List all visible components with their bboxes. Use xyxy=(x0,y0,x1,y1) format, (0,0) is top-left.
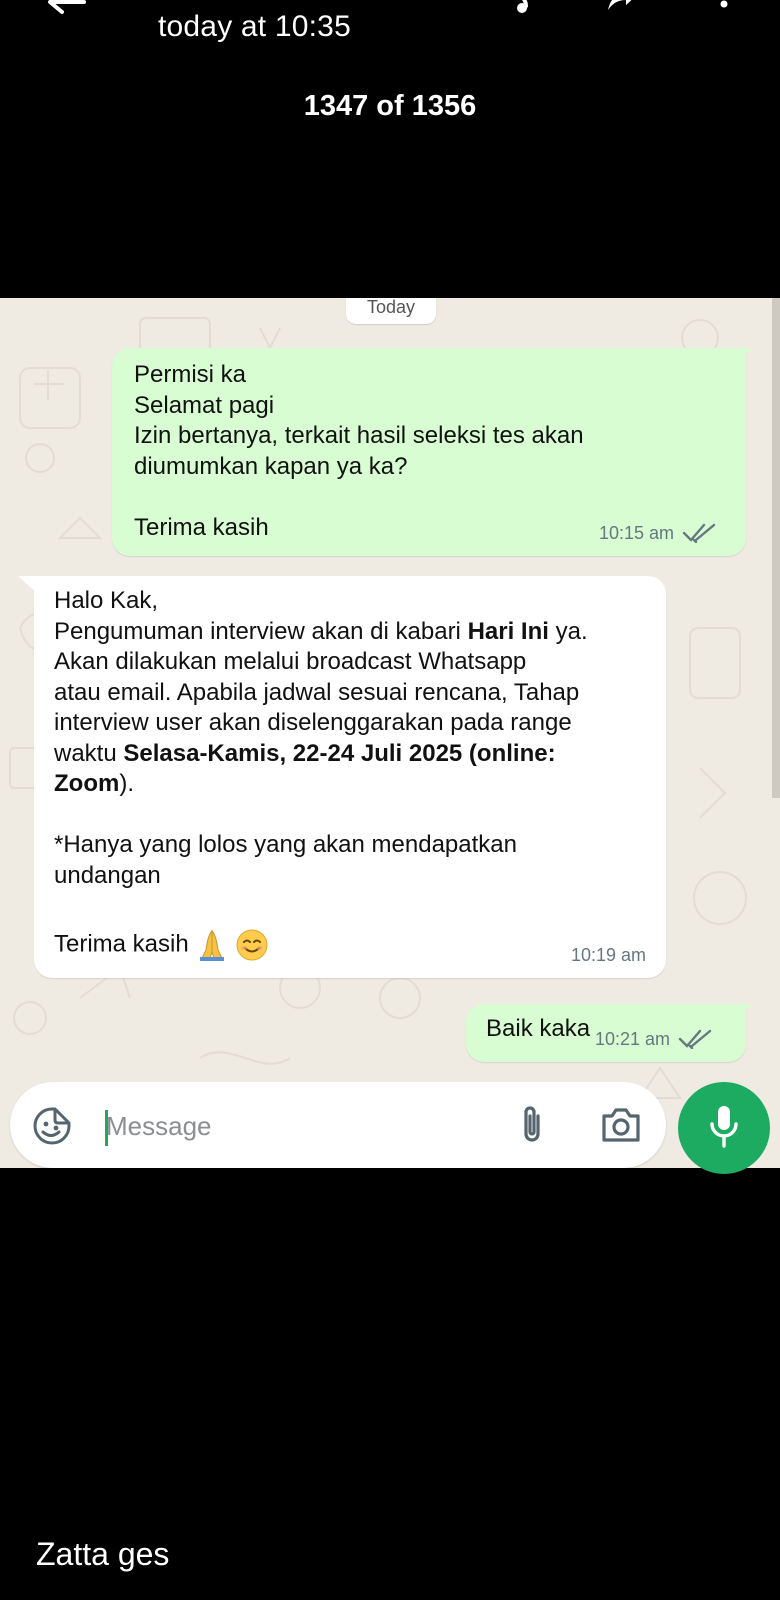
bold-text: Selasa-Kamis, 22-24 Juli 2025 (online: xyxy=(123,739,556,767)
outgoing-message[interactable]: Baik kaka 10:21 am xyxy=(466,1004,746,1062)
voice-message-button[interactable] xyxy=(678,1082,770,1174)
message-line: undangan xyxy=(54,861,161,889)
message-line: diumumkan kapan ya ka? xyxy=(134,452,408,480)
bold-text: Zoom xyxy=(54,770,120,797)
double-check-icon xyxy=(682,523,716,543)
message-composer xyxy=(10,1082,666,1168)
smiling-face-emoji-icon xyxy=(236,929,268,960)
message-line: Permisi ka xyxy=(134,361,247,388)
text-segment: ya. xyxy=(548,617,588,645)
message-timestamp: today at 10:35 xyxy=(158,10,351,43)
image-counter: 1347 of 1356 xyxy=(303,90,477,122)
bold-text: Hari Ini xyxy=(467,617,549,645)
folded-hands-emoji-icon xyxy=(199,929,224,961)
incoming-message[interactable]: Halo Kak, Pengumuman interview akan di k… xyxy=(34,576,666,978)
more-options-icon[interactable] xyxy=(708,0,740,16)
message-line: Selamat pagi xyxy=(134,391,275,419)
date-chip: Today xyxy=(346,298,436,324)
mic-icon xyxy=(710,1106,738,1148)
message-time: 10:19 am xyxy=(570,944,646,965)
message-time: 10:21 am xyxy=(594,1028,670,1049)
message-input[interactable] xyxy=(106,1104,486,1148)
message-time: 10:15 am xyxy=(598,522,674,543)
star-icon[interactable] xyxy=(504,0,536,16)
scrollbar[interactable] xyxy=(772,298,780,798)
message-meta: 10:21 am xyxy=(595,1024,712,1055)
forward-icon[interactable] xyxy=(606,0,638,16)
text-segment: ). xyxy=(119,770,134,797)
back-arrow-icon[interactable] xyxy=(44,0,88,18)
text-segment: Terima kasih xyxy=(54,929,189,957)
message-line: Halo Kak, xyxy=(54,587,159,614)
message-line: interview user akan diselenggarakan pada… xyxy=(54,709,572,736)
viewer-header: today at 10:35 1347 of 1356 xyxy=(0,0,780,298)
text-segment: Pengumuman interview akan di kabari xyxy=(54,617,468,645)
chat-screenshot: Today Permisi ka Selamat pagi Izin berta… xyxy=(0,298,780,1168)
camera-icon[interactable] xyxy=(600,1106,642,1144)
sticker-icon[interactable] xyxy=(32,1106,72,1146)
text-segment: waktu xyxy=(54,739,124,767)
message-line: Pengumuman interview akan di kabari Hari… xyxy=(54,617,666,648)
message-line: *Hanya yang lolos yang akan mendapatkan xyxy=(54,831,517,858)
outgoing-message[interactable]: Permisi ka Selamat pagi Izin bertanya, t… xyxy=(112,348,746,556)
double-check-icon xyxy=(678,1029,712,1049)
message-meta: 10:15 am xyxy=(599,518,716,549)
message-line: waktu Selasa-Kamis, 22-24 Juli 2025 (onl… xyxy=(54,739,666,770)
message-meta: 10:19 am xyxy=(571,940,646,971)
image-caption: Zatta ges xyxy=(36,1536,170,1572)
message-line: Akan dilakukan melalui broadcast Whatsap… xyxy=(54,648,527,675)
attach-icon[interactable] xyxy=(514,1104,550,1146)
message-line xyxy=(134,482,746,513)
message-line: atau email. Apabila jadwal sesuai rencan… xyxy=(54,678,580,706)
header-actions xyxy=(504,0,740,16)
message-line: Izin bertanya, terkait hasil seleksi tes… xyxy=(134,422,584,449)
message-line: Zoom). xyxy=(54,769,666,800)
